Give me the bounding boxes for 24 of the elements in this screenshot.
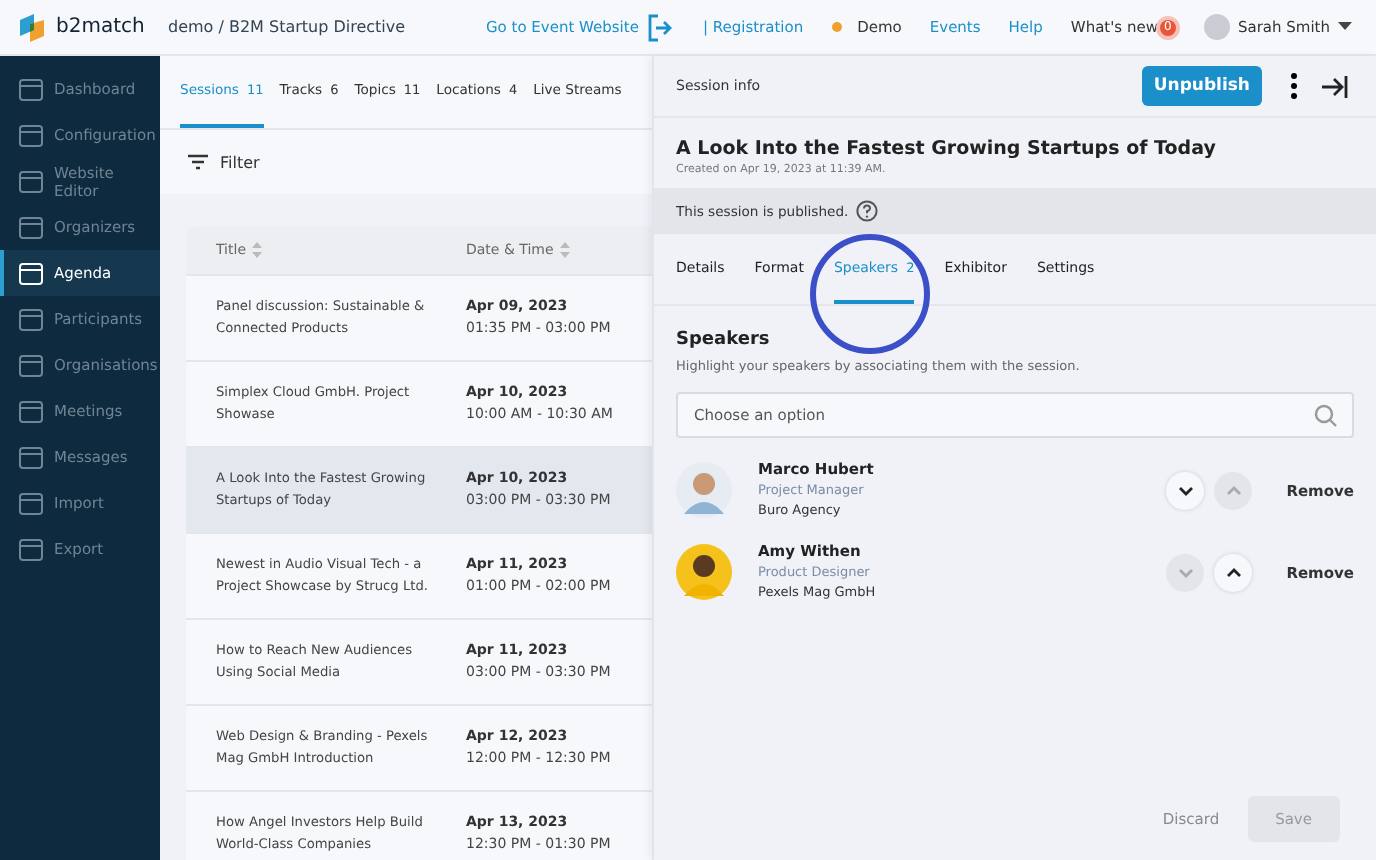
- filter-icon[interactable]: [188, 154, 208, 170]
- chevron-down-icon: [1177, 485, 1194, 495]
- more-icon[interactable]: [1290, 72, 1298, 100]
- filter-button[interactable]: Filter: [220, 153, 260, 171]
- logo-icon: [16, 11, 48, 43]
- chevron-down-icon: [1177, 567, 1194, 577]
- section-heading: Speakers: [676, 330, 772, 350]
- breadcrumb[interactable]: demo / B2M Startup Directive: [168, 18, 406, 36]
- chevron-up-icon: [1225, 485, 1242, 495]
- chevron-up-icon: [1225, 567, 1242, 577]
- exit-icon[interactable]: [646, 13, 675, 41]
- speaker-avatar: [676, 462, 732, 518]
- highlight-circle: [810, 234, 930, 354]
- caret-icon[interactable]: [1338, 22, 1352, 32]
- logo-text: b2match: [56, 16, 145, 38]
- move-down-button[interactable]: [1166, 471, 1205, 509]
- collapse-icon[interactable]: [1322, 75, 1348, 97]
- speaker-avatar: [676, 544, 732, 600]
- move-up-button[interactable]: [1214, 553, 1253, 591]
- unpublish-button[interactable]: Unpublish: [1141, 66, 1262, 106]
- search-icon[interactable]: [1314, 403, 1338, 427]
- help-icon[interactable]: [856, 200, 879, 222]
- status-dot: [831, 22, 842, 32]
- session-title: A Look Into the Fastest Growing Startups of Today: [674, 136, 1218, 160]
